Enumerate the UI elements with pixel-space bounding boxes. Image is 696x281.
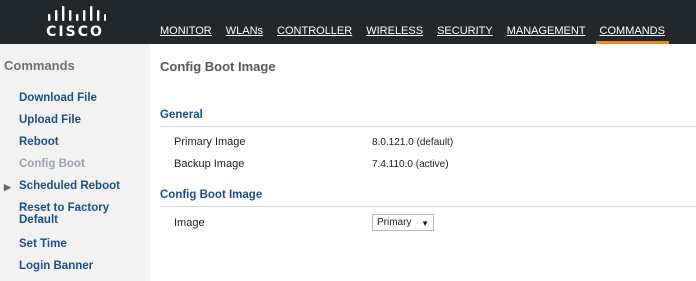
cisco-logo: CISCO bbox=[40, 6, 110, 40]
nav-controller[interactable]: CONTROLLER bbox=[273, 24, 356, 44]
nav-monitor[interactable]: MONITOR bbox=[156, 24, 216, 44]
sidebar-item-scheduled-reboot[interactable]: ▶ Scheduled Reboot bbox=[0, 180, 150, 202]
main-content: Config Boot Image General Primary Image … bbox=[150, 44, 696, 281]
image-select[interactable]: Primary ▼ bbox=[372, 214, 434, 231]
sidebar-item-reset-factory-default[interactable]: Reset to Factory Default bbox=[0, 202, 150, 238]
sidebar-title: Commands bbox=[4, 58, 75, 73]
image-select-value: Primary bbox=[377, 217, 412, 228]
cisco-bars-icon bbox=[48, 6, 106, 21]
backup-image-label: Backup Image bbox=[174, 158, 245, 170]
nav-management[interactable]: MANAGEMENT bbox=[503, 24, 590, 44]
cisco-wordmark: CISCO bbox=[46, 24, 104, 40]
nav-security[interactable]: SECURITY bbox=[433, 24, 497, 44]
top-header: CISCO MONITOR WLANs CONTROLLER WIRELESS … bbox=[0, 0, 696, 44]
sidebar-item-upload-file[interactable]: Upload File bbox=[0, 114, 150, 136]
page-title: Config Boot Image bbox=[160, 59, 276, 74]
sidebar-item-reboot[interactable]: Reboot bbox=[0, 136, 150, 158]
nav-commands[interactable]: COMMANDS bbox=[595, 24, 669, 44]
general-section-title: General bbox=[160, 109, 203, 121]
primary-image-value: 8.0.121.0 (default) bbox=[372, 137, 454, 148]
sidebar-item-config-boot[interactable]: Config Boot bbox=[0, 158, 150, 180]
sidebar-item-set-time[interactable]: Set Time bbox=[0, 238, 150, 260]
nav-wlans[interactable]: WLANs bbox=[222, 24, 267, 44]
general-section-header: General bbox=[160, 108, 696, 127]
config-boot-section-title: Config Boot Image bbox=[160, 189, 263, 201]
nav-wireless[interactable]: WIRELESS bbox=[362, 24, 427, 44]
primary-image-label: Primary Image bbox=[174, 136, 246, 148]
chevron-down-icon: ▼ bbox=[421, 219, 429, 228]
sidebar: Commands Download File Upload File Reboo… bbox=[0, 44, 150, 281]
sidebar-item-login-banner[interactable]: Login Banner bbox=[0, 260, 150, 281]
sidebar-item-label: Reset to Factory Default bbox=[19, 202, 110, 226]
config-boot-section-header: Config Boot Image bbox=[160, 188, 696, 207]
sidebar-item-label: Scheduled Reboot bbox=[19, 180, 120, 192]
backup-image-value: 7.4.110.0 (active) bbox=[372, 159, 449, 170]
main-nav: MONITOR WLANs CONTROLLER WIRELESS SECURI… bbox=[156, 24, 675, 44]
image-label: Image bbox=[174, 217, 205, 229]
expand-arrow-icon[interactable]: ▶ bbox=[4, 181, 11, 193]
sidebar-menu: Download File Upload File Reboot Config … bbox=[0, 92, 150, 281]
sidebar-item-download-file[interactable]: Download File bbox=[0, 92, 150, 114]
